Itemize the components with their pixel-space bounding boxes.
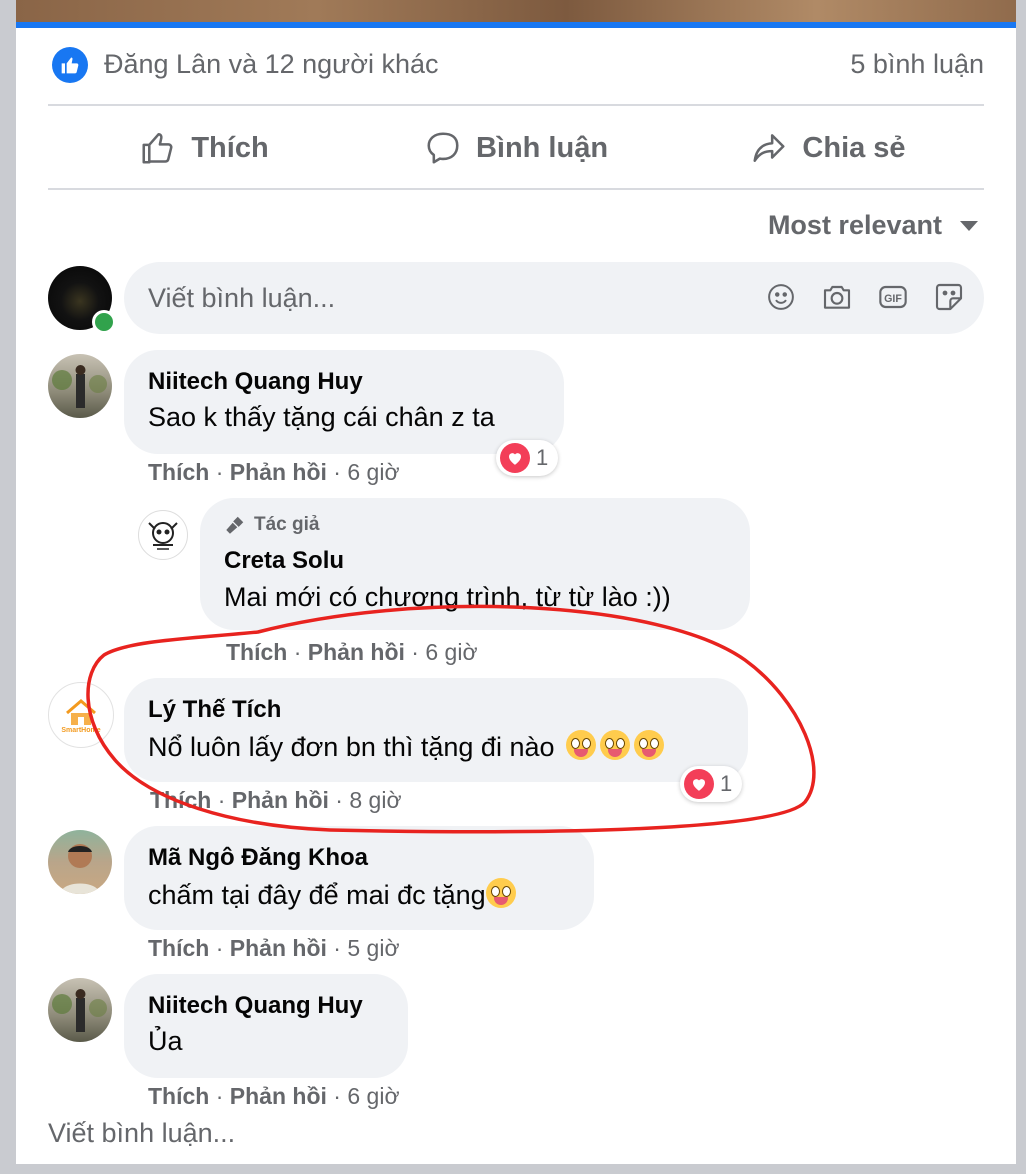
comment-time[interactable]: 5 giờ: [347, 935, 399, 961]
comment-text-body: Nổ luôn lấy đơn bn thì tặng đi nào: [148, 732, 555, 762]
comment-text: chấm tại đây để mai đc tặng: [148, 878, 516, 911]
microphone-icon: [226, 516, 244, 534]
like-button[interactable]: Thích: [48, 108, 360, 188]
reply-text: Mai mới có chương trình, từ từ lào :)): [224, 582, 671, 612]
gif-icon[interactable]: GIF: [876, 280, 910, 314]
comment-avatar[interactable]: [48, 830, 112, 894]
comment-text-body: chấm tại đây để mai đc tặng: [148, 880, 486, 910]
comment-text: Nổ luôn lấy đơn bn thì tặng đi nào: [148, 730, 665, 763]
camera-icon[interactable]: [820, 280, 854, 314]
heart-icon: [684, 769, 714, 799]
comment-meta: Thích · Phản hồi · 8 giờ: [150, 787, 402, 813]
author-badge-label: Tác giả: [254, 514, 320, 535]
emoji-icon[interactable]: [764, 280, 798, 314]
tongue-emoji-icon: [566, 730, 597, 760]
post-card: Đăng Lân và 12 người khác 5 bình luận Th…: [16, 0, 1016, 1164]
comment-avatar[interactable]: [48, 354, 112, 418]
like-reaction-icon[interactable]: [52, 47, 88, 83]
tongue-emoji-icon: [600, 730, 631, 760]
comment-reply-link[interactable]: Phản hồi: [232, 787, 329, 813]
reaction-badge[interactable]: 1: [680, 766, 743, 802]
svg-text:GIF: GIF: [884, 293, 902, 305]
composer-tools: GIF: [764, 280, 966, 314]
share-button[interactable]: Chia sẻ: [672, 108, 984, 188]
comment-count[interactable]: 5 bình luận: [850, 49, 984, 80]
comment-author[interactable]: Niitech Quang Huy: [148, 368, 363, 396]
action-bar: Thích Bình luận Chia sẻ: [48, 108, 984, 188]
reply-like-link[interactable]: Thích: [226, 639, 287, 665]
comment-reply-link[interactable]: Phản hồi: [230, 935, 327, 961]
chevron-down-icon: [960, 220, 978, 231]
comment-reply-link[interactable]: Phản hồi: [230, 459, 327, 485]
share-label: Chia sẻ: [802, 131, 906, 164]
squinting-emoji-icon: [485, 878, 516, 908]
thumbs-up-icon: [142, 132, 173, 164]
comment-like-link[interactable]: Thích: [148, 1083, 209, 1109]
reaction-summary: Đăng Lân và 12 người khác 5 bình luận: [16, 28, 1016, 104]
comment-icon: [427, 132, 459, 164]
comment-reply-link[interactable]: Phản hồi: [230, 1083, 327, 1109]
comment-meta: Thích · Phản hồi · 5 giờ: [148, 935, 400, 961]
heart-icon: [500, 443, 530, 473]
sticker-icon[interactable]: [932, 280, 966, 314]
reply-author[interactable]: Creta Solu: [224, 547, 344, 575]
comment-avatar[interactable]: [48, 978, 112, 1042]
avatar-logo-text: SmartHome: [61, 727, 101, 734]
comment-author[interactable]: Niitech Quang Huy: [148, 992, 363, 1020]
reply-time[interactable]: 6 giờ: [425, 639, 477, 665]
sort-label: Most relevant: [767, 210, 942, 240]
share-icon: [753, 134, 785, 162]
reply-reply-link[interactable]: Phản hồi: [308, 639, 405, 665]
comment-like-link[interactable]: Thích: [148, 935, 209, 961]
write-comment-link[interactable]: Viết bình luận...: [48, 1118, 235, 1149]
reaction-count: 1: [720, 771, 733, 796]
comment-text: Sao k thấy tặng cái chân z ta: [148, 402, 495, 432]
comment-like-link[interactable]: Thích: [150, 787, 211, 813]
comment-time[interactable]: 8 giờ: [349, 787, 401, 813]
reply-avatar[interactable]: [138, 510, 188, 560]
sort-dropdown[interactable]: Most relevant: [768, 210, 978, 241]
tongue-emoji-icon: [634, 730, 665, 760]
post-photo[interactable]: [16, 0, 1016, 22]
comment-meta: Thích · Phản hồi · 6 giờ: [148, 1083, 400, 1109]
comment-meta: Thích · Phản hồi · 6 giờ: [148, 459, 400, 485]
comment-button[interactable]: Bình luận: [360, 108, 672, 188]
comment-text: Ủa: [148, 1026, 183, 1056]
author-badge: Tác giả: [224, 514, 319, 536]
divider: [48, 188, 984, 190]
like-label: Thích: [191, 131, 269, 164]
comment-composer[interactable]: Viết bình luận... GIF: [124, 262, 984, 334]
comment-author[interactable]: Mã Ngô Đăng Khoa: [148, 844, 368, 872]
comment-label: Bình luận: [475, 131, 609, 164]
divider: [48, 104, 984, 106]
composer-placeholder: Viết bình luận...: [148, 283, 336, 313]
reply-meta: Thích · Phản hồi · 6 giờ: [226, 639, 478, 665]
reaction-count: 1: [536, 445, 549, 470]
reaction-badge[interactable]: 1: [496, 440, 559, 476]
comment-time[interactable]: 6 giờ: [347, 1083, 399, 1109]
comment-avatar[interactable]: SmartHome: [48, 682, 114, 748]
reactors-text[interactable]: Đăng Lân và 12 người khác: [104, 49, 439, 80]
comment-author[interactable]: Lý Thế Tích: [148, 696, 281, 724]
comment-like-link[interactable]: Thích: [148, 459, 209, 485]
comment-time[interactable]: 6 giờ: [347, 459, 399, 485]
online-indicator: [92, 310, 116, 334]
